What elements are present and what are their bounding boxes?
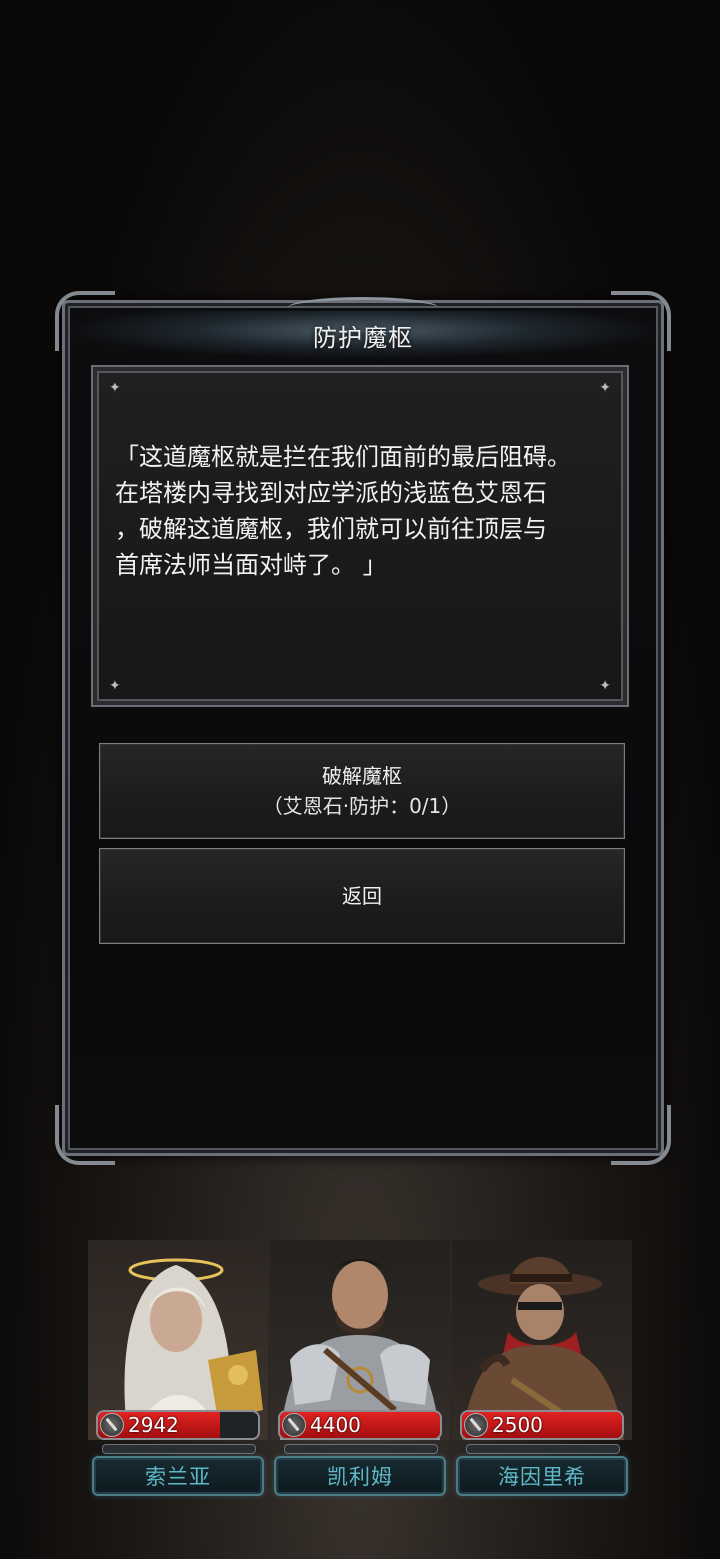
defense-nexus-dialog: 防护魔枢 ✦ ✦ ✦ ✦ 「这道魔枢就是拦在我们面前的最后阻碍。 在塔楼内寻找到… xyxy=(55,291,671,1165)
secondary-bar xyxy=(466,1444,620,1454)
character-name: 凯利姆 xyxy=(327,1465,393,1489)
sparkle-icon: ✦ xyxy=(599,678,611,694)
sword-icon xyxy=(464,1413,488,1437)
secondary-bar xyxy=(284,1444,438,1454)
hp-value: 4400 xyxy=(310,1413,361,1437)
break-nexus-button[interactable]: 破解魔枢 （艾恩石·防护：0/1） xyxy=(99,743,625,839)
hp-value: 2500 xyxy=(492,1413,543,1437)
hp-bar: 4400 xyxy=(278,1410,442,1440)
back-label: 返回 xyxy=(342,884,382,908)
sparkle-icon: ✦ xyxy=(599,380,611,396)
sparkle-icon: ✦ xyxy=(109,380,121,396)
character-name: 索兰亚 xyxy=(145,1465,211,1489)
title-ornament xyxy=(288,297,438,318)
character-name-plate[interactable]: 索兰亚 xyxy=(92,1456,264,1496)
hp-bar: 2500 xyxy=(460,1410,624,1440)
party-member-card[interactable]: 2942 索兰亚 xyxy=(88,1240,268,1500)
break-nexus-requirement: （艾恩石·防护：0/1） xyxy=(262,794,462,818)
hp-value: 2942 xyxy=(128,1413,179,1437)
dialog-title: 防护魔枢 xyxy=(313,323,413,352)
sparkle-icon: ✦ xyxy=(109,678,121,694)
story-text-panel: ✦ ✦ ✦ ✦ 「这道魔枢就是拦在我们面前的最后阻碍。 在塔楼内寻找到对应学派的… xyxy=(91,365,629,707)
frame-corner-ornament xyxy=(55,1105,115,1165)
frame-corner-ornament xyxy=(611,1105,671,1165)
story-text: 「这道魔枢就是拦在我们面前的最后阻碍。 在塔楼内寻找到对应学派的浅蓝色艾恩石 ，… xyxy=(115,443,571,579)
break-nexus-label: 破解魔枢 xyxy=(322,764,402,788)
party-member-card[interactable]: 4400 凯利姆 xyxy=(270,1240,450,1500)
back-button[interactable]: 返回 xyxy=(99,848,625,944)
party-member-card[interactable]: 2500 海因里希 xyxy=(452,1240,632,1500)
character-name-plate[interactable]: 凯利姆 xyxy=(274,1456,446,1496)
sword-icon xyxy=(100,1413,124,1437)
secondary-bar xyxy=(102,1444,256,1454)
sword-icon xyxy=(282,1413,306,1437)
hp-bar: 2942 xyxy=(96,1410,260,1440)
party-panel: 2942 索兰亚 4400 凯利姆 2500 海因里希 xyxy=(88,1240,632,1500)
dialog-title-bar: 防护魔枢 xyxy=(65,297,661,359)
character-name-plate[interactable]: 海因里希 xyxy=(456,1456,628,1496)
character-name: 海因里希 xyxy=(498,1465,586,1489)
